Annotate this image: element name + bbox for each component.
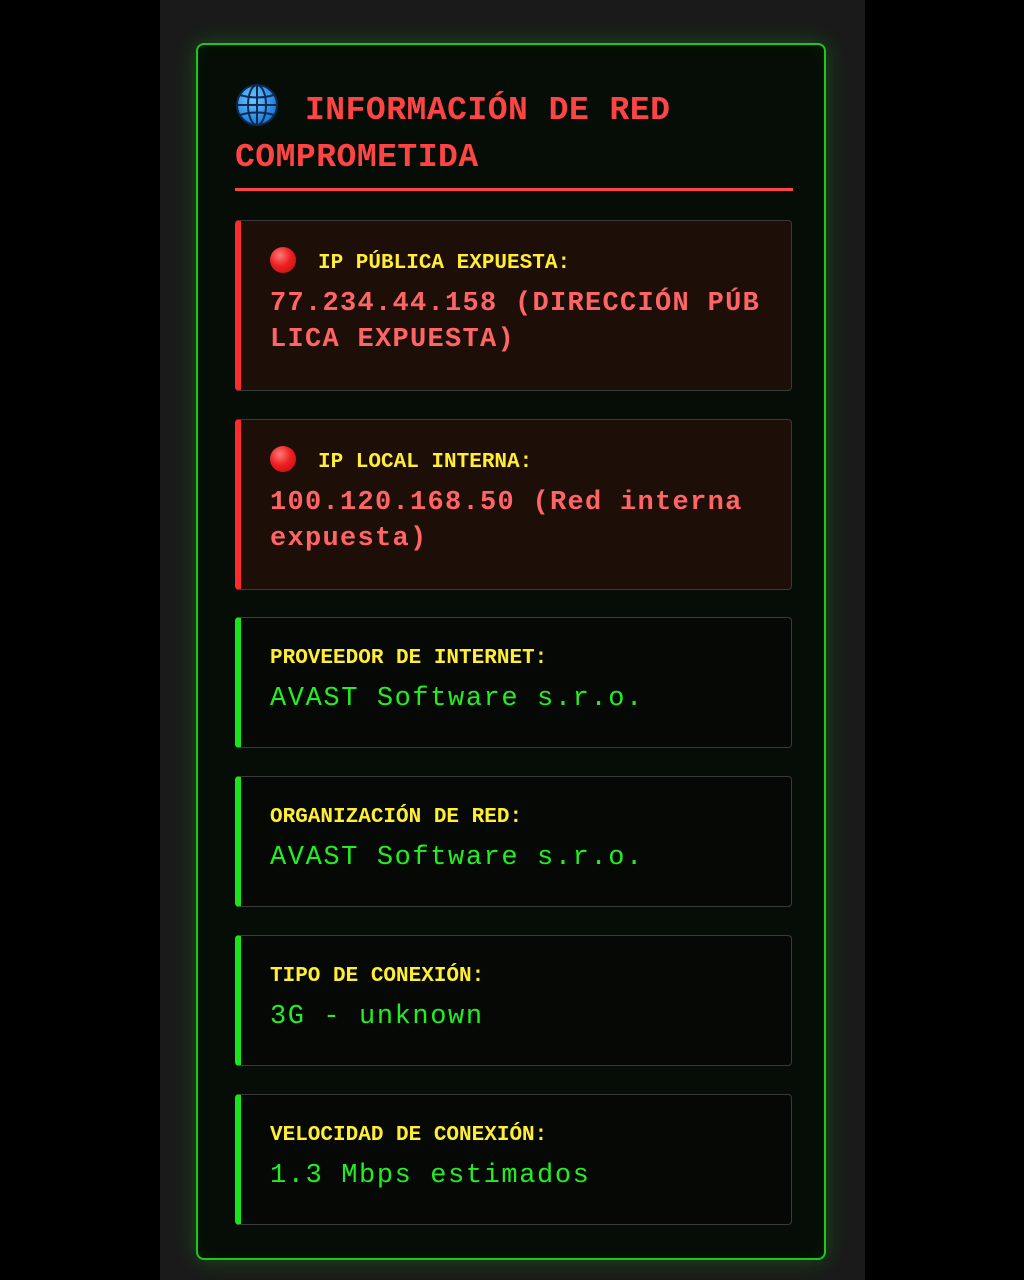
local-ip-value: 100.120.168.50 (Red interna expuesta)	[270, 488, 743, 554]
isp-value: AVAST Software s.r.o.	[270, 684, 644, 714]
connection-type-value: 3G - unknown	[270, 1002, 484, 1032]
panel-title-text: INFORMACIÓN DE RED COMPROMETIDA	[235, 92, 671, 176]
public-ip-value: 77.234.44.158 (DIRECCIÓN PÚBLICA EXPUEST…	[270, 289, 761, 355]
isp-label: PROVEEDOR DE INTERNET:	[270, 647, 548, 670]
public-ip-label-row: IP PÚBLICA EXPUESTA:	[270, 247, 791, 279]
app-viewport: INFORMACIÓN DE RED COMPROMETIDA IP PÚBLI…	[160, 0, 865, 1280]
local-ip-card: IP LOCAL INTERNA: 100.120.168.50 (Red in…	[235, 419, 792, 590]
connection-type-card: TIPO DE CONEXIÓN: 3G - unknown	[235, 935, 792, 1066]
red-circle-icon	[270, 247, 296, 273]
connection-speed-value: 1.3 Mbps estimados	[270, 1161, 591, 1191]
connection-type-label: TIPO DE CONEXIÓN:	[270, 965, 485, 988]
panel-title: INFORMACIÓN DE RED COMPROMETIDA	[235, 83, 793, 181]
network-org-value: AVAST Software s.r.o.	[270, 843, 644, 873]
public-ip-label: IP PÚBLICA EXPUESTA:	[318, 252, 571, 275]
network-info-panel: INFORMACIÓN DE RED COMPROMETIDA IP PÚBLI…	[196, 43, 826, 1260]
title-divider	[235, 188, 793, 191]
connection-speed-label: VELOCIDAD DE CONEXIÓN:	[270, 1124, 548, 1147]
public-ip-card: IP PÚBLICA EXPUESTA: 77.234.44.158 (DIRE…	[235, 220, 792, 391]
red-circle-icon	[270, 446, 296, 472]
globe-icon	[236, 84, 278, 126]
network-org-card: ORGANIZACIÓN DE RED: AVAST Software s.r.…	[235, 776, 792, 907]
panel-header: INFORMACIÓN DE RED COMPROMETIDA	[235, 83, 793, 181]
local-ip-label: IP LOCAL INTERNA:	[318, 451, 533, 474]
connection-speed-card: VELOCIDAD DE CONEXIÓN: 1.3 Mbps estimado…	[235, 1094, 792, 1225]
local-ip-label-row: IP LOCAL INTERNA:	[270, 446, 791, 478]
isp-card: PROVEEDOR DE INTERNET: AVAST Software s.…	[235, 617, 792, 748]
network-org-label: ORGANIZACIÓN DE RED:	[270, 806, 523, 829]
